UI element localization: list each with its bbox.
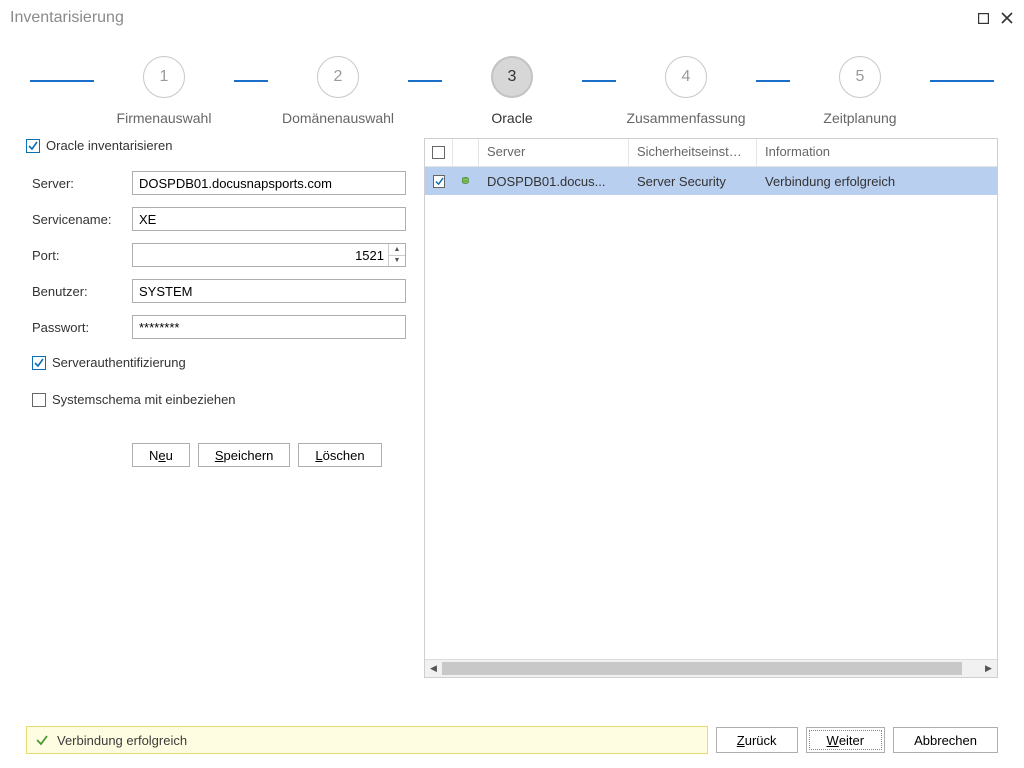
servicename-label: Servicename:: [32, 212, 132, 227]
grid-header: Server Sicherheitseinstellun... Informat…: [425, 139, 997, 167]
maximize-button[interactable]: [976, 11, 990, 25]
system-schema-label: Systemschema mit einbeziehen: [52, 392, 236, 407]
server-label: Server:: [32, 176, 132, 191]
wizard-step-2[interactable]: 2 Domänenauswahl: [268, 56, 408, 126]
grid-select-all-checkbox[interactable]: [432, 146, 445, 159]
check-icon: [35, 733, 49, 747]
servicename-input[interactable]: [132, 207, 406, 231]
table-row[interactable]: DOSPDB01.docus...Server SecurityVerbindu…: [425, 167, 997, 195]
save-button[interactable]: Speichern: [198, 443, 291, 467]
cell-info: Verbindung erfolgreich: [757, 174, 997, 189]
status-text: Verbindung erfolgreich: [57, 733, 187, 748]
user-input[interactable]: [132, 279, 406, 303]
grid-header-security[interactable]: Sicherheitseinstellun...: [629, 139, 757, 166]
system-schema-checkbox[interactable]: [32, 393, 46, 407]
scroll-thumb[interactable]: [442, 662, 962, 675]
server-input[interactable]: [132, 171, 406, 195]
server-auth-label: Serverauthentifizierung: [52, 355, 186, 370]
wizard-step-3[interactable]: 3 Oracle: [442, 56, 582, 126]
step-number: 4: [665, 56, 707, 98]
server-grid: Server Sicherheitseinstellun... Informat…: [424, 138, 998, 678]
port-spin-up[interactable]: ▲: [389, 244, 405, 256]
step-label: Zusammenfassung: [626, 110, 745, 126]
step-number: 2: [317, 56, 359, 98]
database-icon: [461, 173, 471, 189]
server-auth-checkbox[interactable]: [32, 356, 46, 370]
row-checkbox[interactable]: [433, 175, 445, 188]
close-button[interactable]: [1000, 11, 1014, 25]
step-label: Oracle: [491, 110, 532, 126]
password-input[interactable]: [132, 315, 406, 339]
new-button[interactable]: Neu: [132, 443, 190, 467]
oracle-inventory-checkbox[interactable]: [26, 139, 40, 153]
grid-body[interactable]: DOSPDB01.docus...Server SecurityVerbindu…: [425, 167, 997, 659]
wizard-step-4[interactable]: 4 Zusammenfassung: [616, 56, 756, 126]
delete-button[interactable]: Löschen: [298, 443, 381, 467]
scroll-left-button[interactable]: ◀: [425, 660, 442, 677]
step-label: Firmenauswahl: [117, 110, 212, 126]
port-label: Port:: [32, 248, 132, 263]
password-label: Passwort:: [32, 320, 132, 335]
step-number: 1: [143, 56, 185, 98]
port-spin-down[interactable]: ▼: [389, 256, 405, 267]
user-label: Benutzer:: [32, 284, 132, 299]
wizard-step-1[interactable]: 1 Firmenauswahl: [94, 56, 234, 126]
grid-header-info[interactable]: Information: [757, 139, 997, 166]
step-number: 5: [839, 56, 881, 98]
grid-header-server[interactable]: Server: [479, 139, 629, 166]
cell-security: Server Security: [629, 174, 757, 189]
cell-server: DOSPDB01.docus...: [479, 174, 629, 189]
wizard-step-5[interactable]: 5 Zeitplanung: [790, 56, 930, 126]
scroll-right-button[interactable]: ▶: [980, 660, 997, 677]
back-button[interactable]: Zurück: [716, 727, 798, 753]
title-bar: Inventarisierung: [0, 0, 1024, 32]
step-number: 3: [491, 56, 533, 98]
cancel-button[interactable]: Abbrechen: [893, 727, 998, 753]
form-panel: Oracle inventarisieren Server: Servicena…: [26, 138, 406, 678]
oracle-inventory-label: Oracle inventarisieren: [46, 138, 172, 153]
port-input[interactable]: [133, 244, 388, 266]
window-title: Inventarisierung: [10, 9, 124, 27]
step-label: Domänenauswahl: [282, 110, 394, 126]
step-label: Zeitplanung: [823, 110, 896, 126]
wizard-steps: 1 Firmenauswahl 2 Domänenauswahl 3 Oracle 4 Zus…: [30, 56, 994, 124]
next-button[interactable]: Weiter: [806, 727, 886, 753]
grid-horizontal-scrollbar[interactable]: ◀ ▶: [425, 659, 997, 677]
status-bar: Verbindung erfolgreich: [26, 726, 708, 754]
